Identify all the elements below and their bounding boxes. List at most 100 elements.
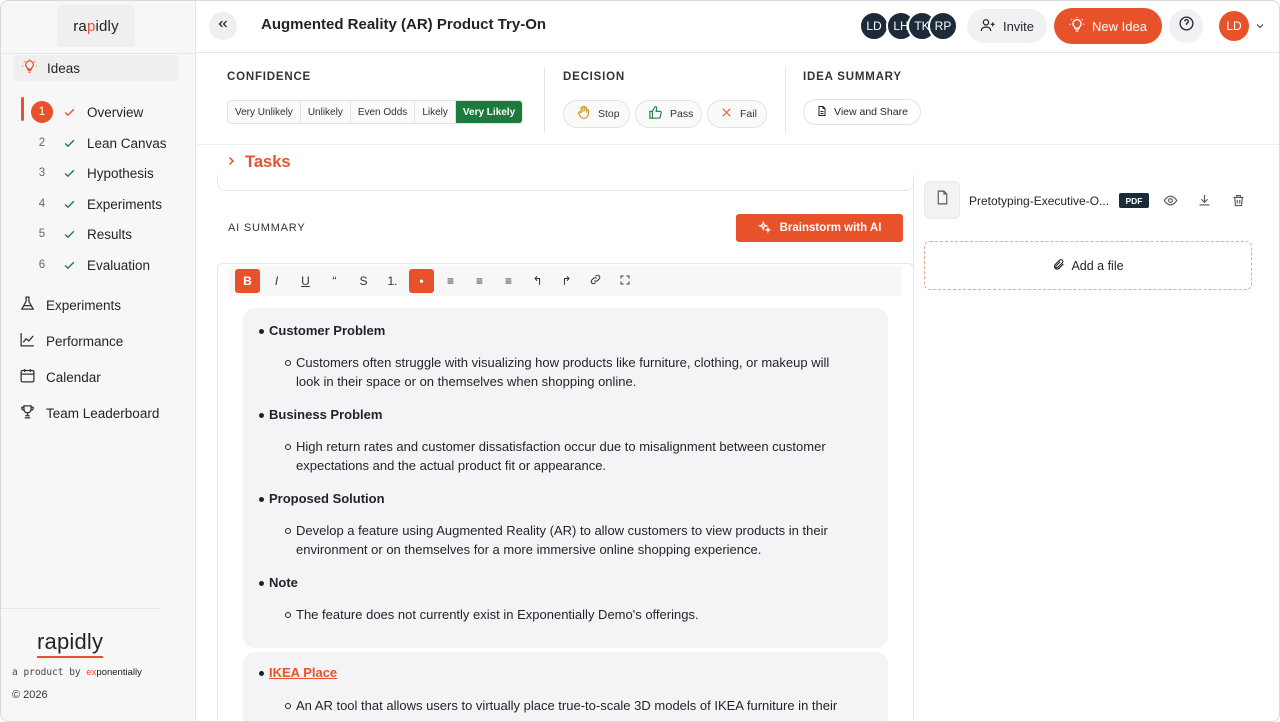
step-label: Experiments [87, 196, 163, 212]
confidence-unlikely[interactable]: Unlikely [301, 101, 351, 123]
x-icon [720, 106, 733, 122]
invite-label: Invite [1002, 18, 1035, 34]
ai-summary-label: AI SUMMARY [228, 222, 306, 234]
tagline-brand: ponentially [96, 667, 142, 678]
italic-button[interactable]: I [264, 269, 289, 293]
tasks-toggle[interactable]: Tasks [225, 153, 291, 172]
step-number: 1 [31, 101, 53, 123]
divider [1, 608, 159, 609]
chevron-down-icon[interactable] [1254, 19, 1266, 37]
tagline: a product by exponentially [12, 667, 142, 678]
step-number: 5 [38, 228, 46, 240]
fullscreen-button[interactable] [612, 269, 637, 293]
sidebar-item-calendar[interactable]: Calendar [19, 365, 101, 389]
fail-label: Fail [740, 108, 757, 120]
confidence-very-unlikely[interactable]: Very Unlikely [228, 101, 301, 123]
undo-button[interactable]: ↰ [525, 269, 550, 293]
sidebar-item-label: Ideas [47, 60, 81, 76]
redo-button[interactable]: ↱ [554, 269, 579, 293]
brand-logo[interactable]: ra p idly [57, 5, 135, 47]
step-label: Evaluation [87, 257, 151, 273]
competitor-text: An AR tool that allows users to virtuall… [285, 696, 856, 721]
align-left-button[interactable]: ≡ [438, 269, 463, 293]
file-name[interactable]: Pretotyping-Executive-O... [969, 194, 1109, 208]
file-type-badge: PDF [1119, 193, 1149, 208]
divider [544, 67, 545, 133]
add-file-dropzone[interactable]: Add a file [924, 241, 1252, 290]
logo-text-accent: p [86, 17, 96, 35]
decision-label: DECISION [563, 71, 625, 83]
logo-text-end: idly [95, 17, 119, 35]
underline-button[interactable]: U [293, 269, 318, 293]
invite-button[interactable]: Invite [967, 9, 1047, 43]
eye-icon[interactable] [1162, 192, 1178, 208]
bold-button[interactable]: B [235, 269, 260, 293]
step-experiments[interactable]: 4 Experiments [23, 189, 183, 219]
stop-button[interactable]: Stop [563, 100, 630, 128]
step-results[interactable]: 5 Results [23, 219, 183, 249]
section-text: Develop a feature using Augmented Realit… [285, 521, 856, 559]
view-and-share-button[interactable]: View and Share [803, 99, 921, 125]
page-title: Augmented Reality (AR) Product Try-On [261, 16, 547, 33]
check-icon [63, 106, 77, 119]
ordered-list-button[interactable]: 1. [380, 269, 405, 293]
tagline-brand-accent: ex [86, 667, 97, 678]
sidebar-item-performance[interactable]: Performance [19, 329, 123, 353]
step-evaluation[interactable]: 6 Evaluation [23, 250, 183, 280]
avatar[interactable]: RP [928, 11, 958, 41]
user-avatar[interactable]: LD [1219, 11, 1249, 41]
lightbulb-icon [22, 59, 37, 77]
help-button[interactable] [1169, 9, 1203, 43]
step-label: Results [87, 226, 133, 242]
check-icon [63, 198, 77, 211]
chevron-right-icon [225, 153, 237, 172]
strikethrough-button[interactable]: S [351, 269, 376, 293]
file-icon [934, 188, 951, 212]
check-icon [63, 167, 77, 180]
new-idea-button[interactable]: New Idea [1054, 8, 1162, 44]
confidence-likely[interactable]: Likely [415, 101, 456, 123]
align-center-button[interactable]: ≡ [467, 269, 492, 293]
sidebar-item-label: Performance [46, 333, 124, 349]
trash-icon[interactable] [1230, 192, 1246, 208]
download-icon[interactable] [1196, 192, 1212, 208]
active-indicator [21, 97, 24, 121]
step-lean-canvas[interactable]: 2 Lean Canvas [23, 128, 183, 158]
new-idea-label: New Idea [1092, 18, 1147, 34]
step-label: Hypothesis [87, 165, 154, 181]
quote-button[interactable]: “ [322, 269, 347, 293]
step-overview[interactable]: 1 Overview [21, 97, 183, 127]
step-hypothesis[interactable]: 3 Hypothesis [23, 158, 183, 188]
tasks-label: Tasks [245, 153, 291, 171]
section-text: High return rates and customer dissatisf… [285, 437, 856, 475]
hand-icon [576, 105, 591, 123]
sidebar-item-team-leaderboard[interactable]: Team Leaderboard [19, 401, 159, 425]
link-button[interactable] [583, 269, 608, 293]
pass-button[interactable]: Pass [635, 100, 702, 128]
section-title: Customer Problem [258, 323, 386, 338]
divider [785, 67, 786, 133]
stop-label: Stop [598, 108, 620, 120]
sidebar-item-experiments[interactable]: Experiments [19, 293, 121, 317]
confidence-very-likely[interactable]: Very Likely [455, 101, 523, 123]
lightbulb-icon [1069, 16, 1085, 36]
confidence-even-odds[interactable]: Even Odds [351, 101, 416, 123]
brainstorm-label: Brainstorm with AI [779, 222, 882, 234]
align-right-button[interactable]: ≡ [496, 269, 521, 293]
step-number: 6 [38, 259, 46, 271]
divider [1, 53, 196, 54]
flask-icon [19, 295, 36, 315]
fail-button[interactable]: Fail [707, 100, 767, 128]
thumbs-up-icon [648, 105, 663, 123]
sidebar-item-ideas[interactable]: Ideas [13, 55, 179, 81]
competitor-link[interactable]: IKEA Place [258, 665, 337, 680]
step-number: 3 [38, 167, 46, 179]
file-thumbnail[interactable] [924, 181, 960, 219]
collapse-sidebar-button[interactable] [209, 12, 237, 40]
bullet-list-button[interactable]: • [409, 269, 434, 293]
brainstorm-with-ai-button[interactable]: Brainstorm with AI [736, 214, 903, 242]
sidebar: ra p idly Ideas 1 Overview 2 Lean Canvas 3… [1, 1, 196, 721]
divider [197, 144, 1279, 145]
avatar[interactable]: LD [859, 11, 889, 41]
user-plus-icon [980, 17, 996, 36]
